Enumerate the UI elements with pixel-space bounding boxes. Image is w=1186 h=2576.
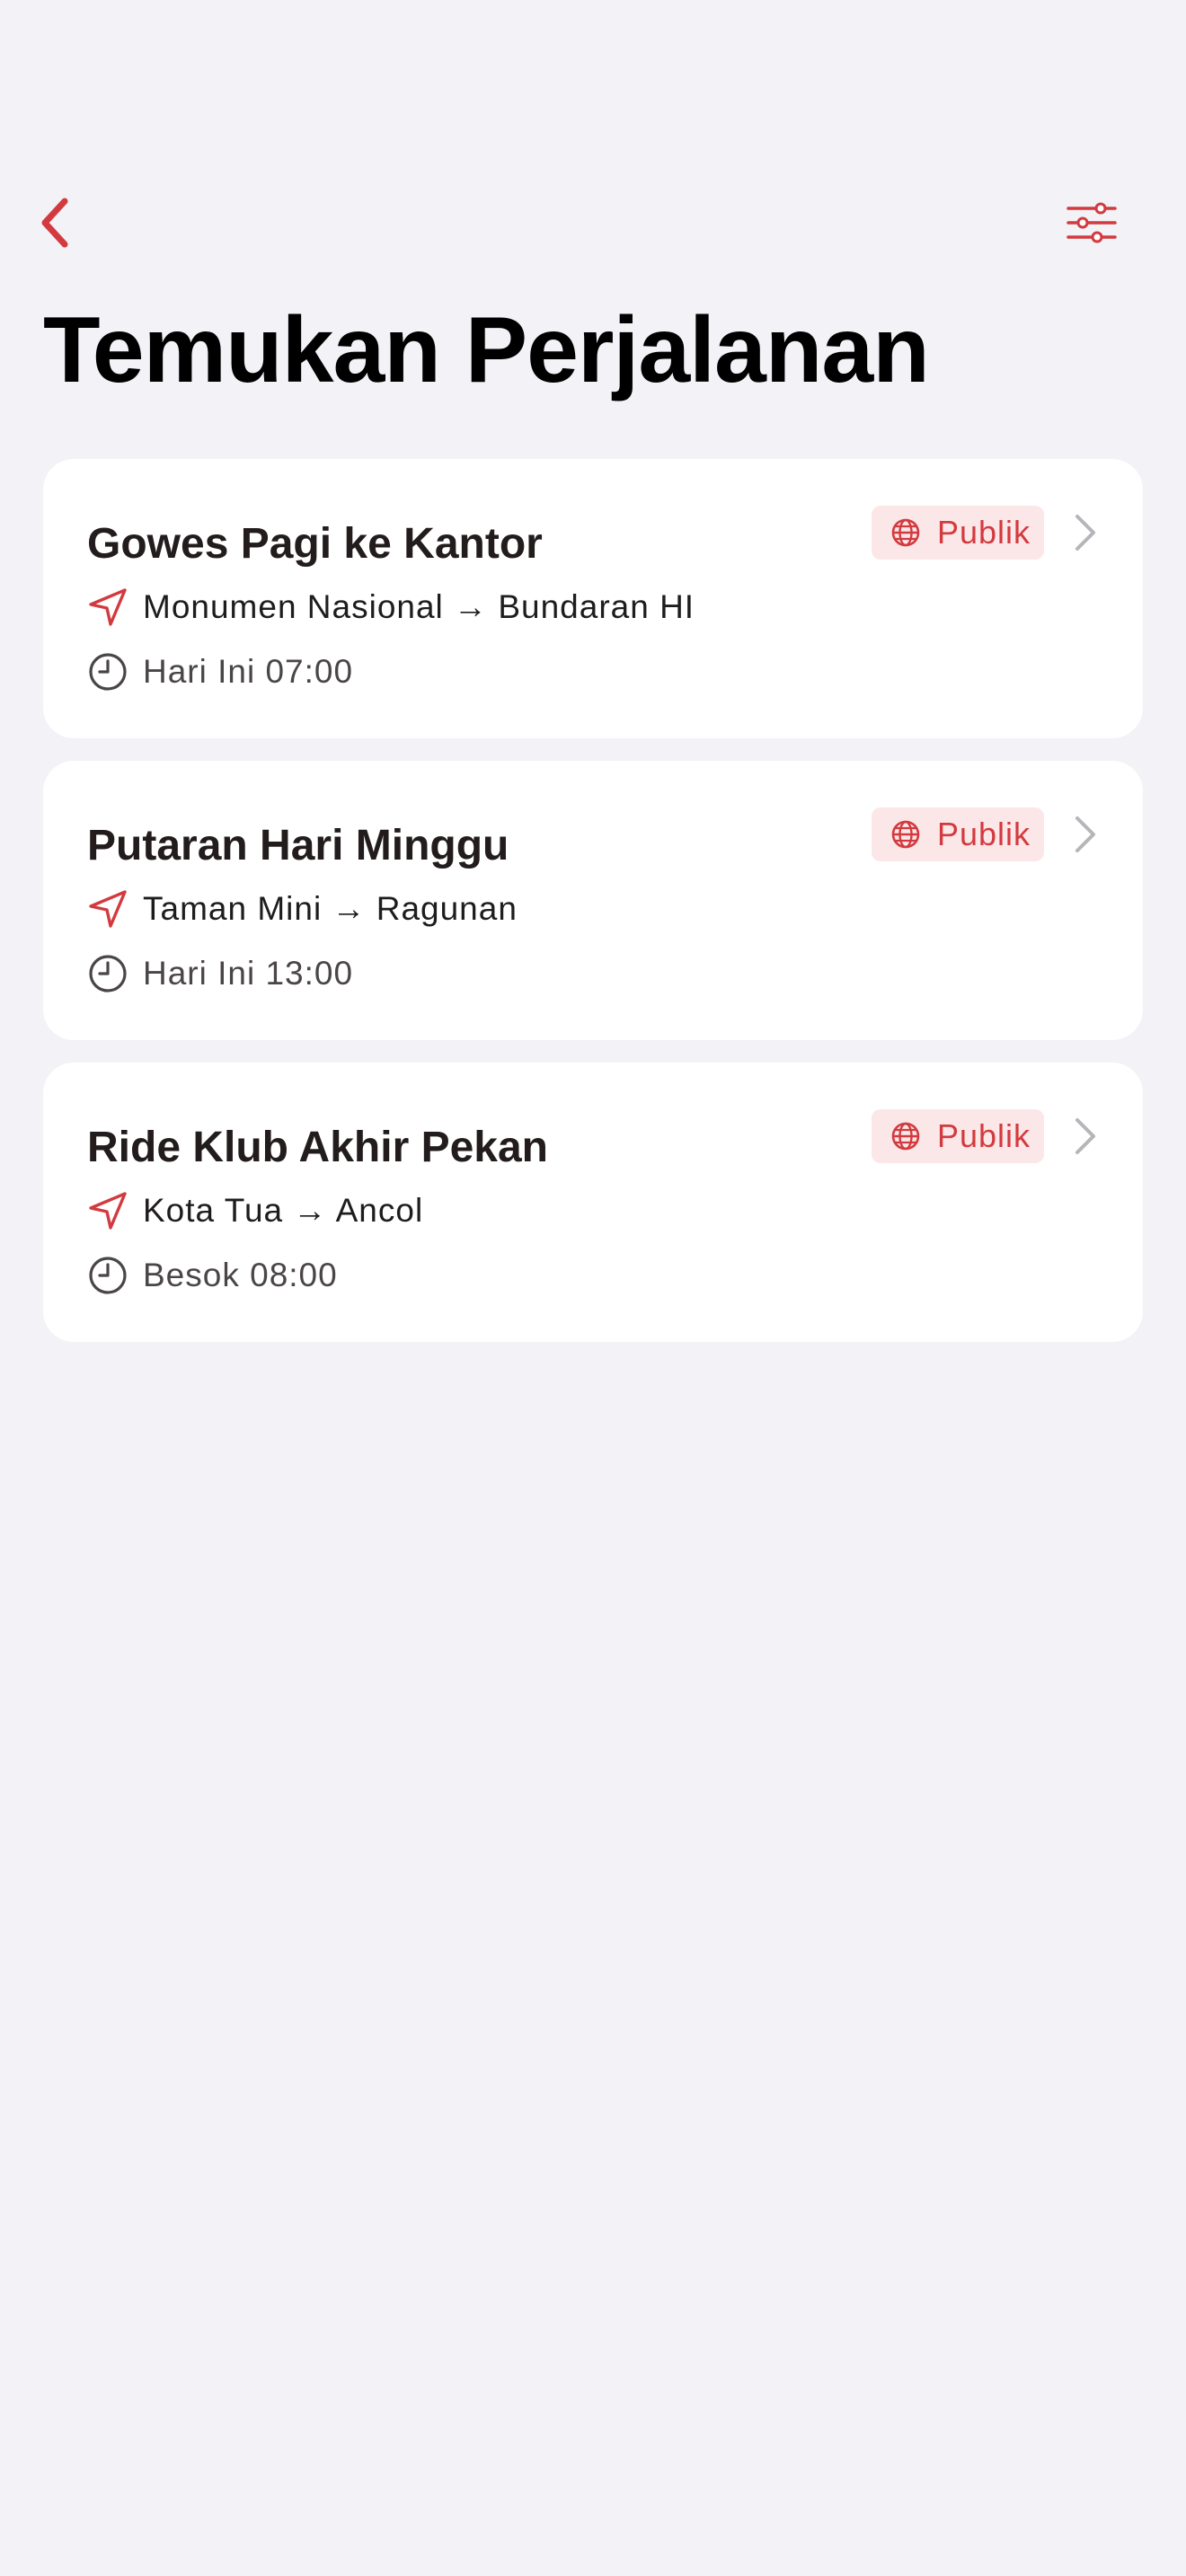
filter-button[interactable]	[1060, 198, 1123, 251]
visibility-label: Publik	[936, 1117, 1031, 1154]
visibility-badge: Publik	[872, 807, 1044, 861]
ride-name: Putaran Hari Minggu	[87, 822, 509, 869]
chevron-right-icon	[1066, 513, 1105, 552]
navigation-bar	[0, 180, 1186, 269]
clock-icon	[87, 1255, 128, 1296]
time-text: Besok 08:00	[143, 1257, 338, 1293]
globe-icon	[885, 814, 926, 855]
route-row: Kota Tua → Ancol	[87, 1190, 423, 1231]
chevron-right-icon	[1066, 815, 1105, 854]
ride-card[interactable]: Gowes Pagi ke Kantor Publik Monumen Nasi…	[43, 459, 1143, 738]
time-text: Hari Ini 13:00	[143, 955, 354, 992]
page-title: Temukan Perjalanan	[43, 298, 930, 402]
location-arrow-icon	[87, 888, 128, 930]
time-row: Hari Ini 13:00	[87, 953, 353, 994]
visibility-badge: Publik	[872, 506, 1044, 560]
visibility-badge: Publik	[872, 1109, 1044, 1163]
time-row: Besok 08:00	[87, 1255, 338, 1296]
clock-icon	[87, 953, 128, 994]
globe-icon	[885, 512, 926, 553]
time-row: Hari Ini 07:00	[87, 651, 353, 693]
visibility-label: Publik	[936, 816, 1031, 852]
ride-name: Ride Klub Akhir Pekan	[87, 1124, 548, 1171]
time-text: Hari Ini 07:00	[143, 653, 354, 690]
chevron-left-icon	[36, 196, 72, 254]
route-text: Taman Mini → Ragunan	[143, 890, 518, 927]
route-row: Monumen Nasional → Bundaran HI	[87, 587, 695, 628]
route-text: Kota Tua → Ancol	[143, 1192, 424, 1229]
location-arrow-icon	[87, 1190, 128, 1231]
ride-list: Gowes Pagi ke Kantor Publik Monumen Nasi…	[43, 459, 1143, 1364]
sliders-icon	[1067, 201, 1117, 249]
route-row: Taman Mini → Ragunan	[87, 888, 518, 930]
route-text: Monumen Nasional → Bundaran HI	[143, 588, 695, 625]
location-arrow-icon	[87, 587, 128, 628]
ride-card[interactable]: Ride Klub Akhir Pekan Publik Kota Tua → …	[43, 1063, 1143, 1342]
visibility-label: Publik	[936, 514, 1031, 551]
ride-name: Gowes Pagi ke Kantor	[87, 520, 543, 568]
clock-icon	[87, 651, 128, 693]
ride-card[interactable]: Putaran Hari Minggu Publik Taman Mini → …	[43, 761, 1143, 1040]
chevron-right-icon	[1066, 1116, 1105, 1156]
back-button[interactable]	[27, 198, 81, 251]
globe-icon	[885, 1116, 926, 1157]
